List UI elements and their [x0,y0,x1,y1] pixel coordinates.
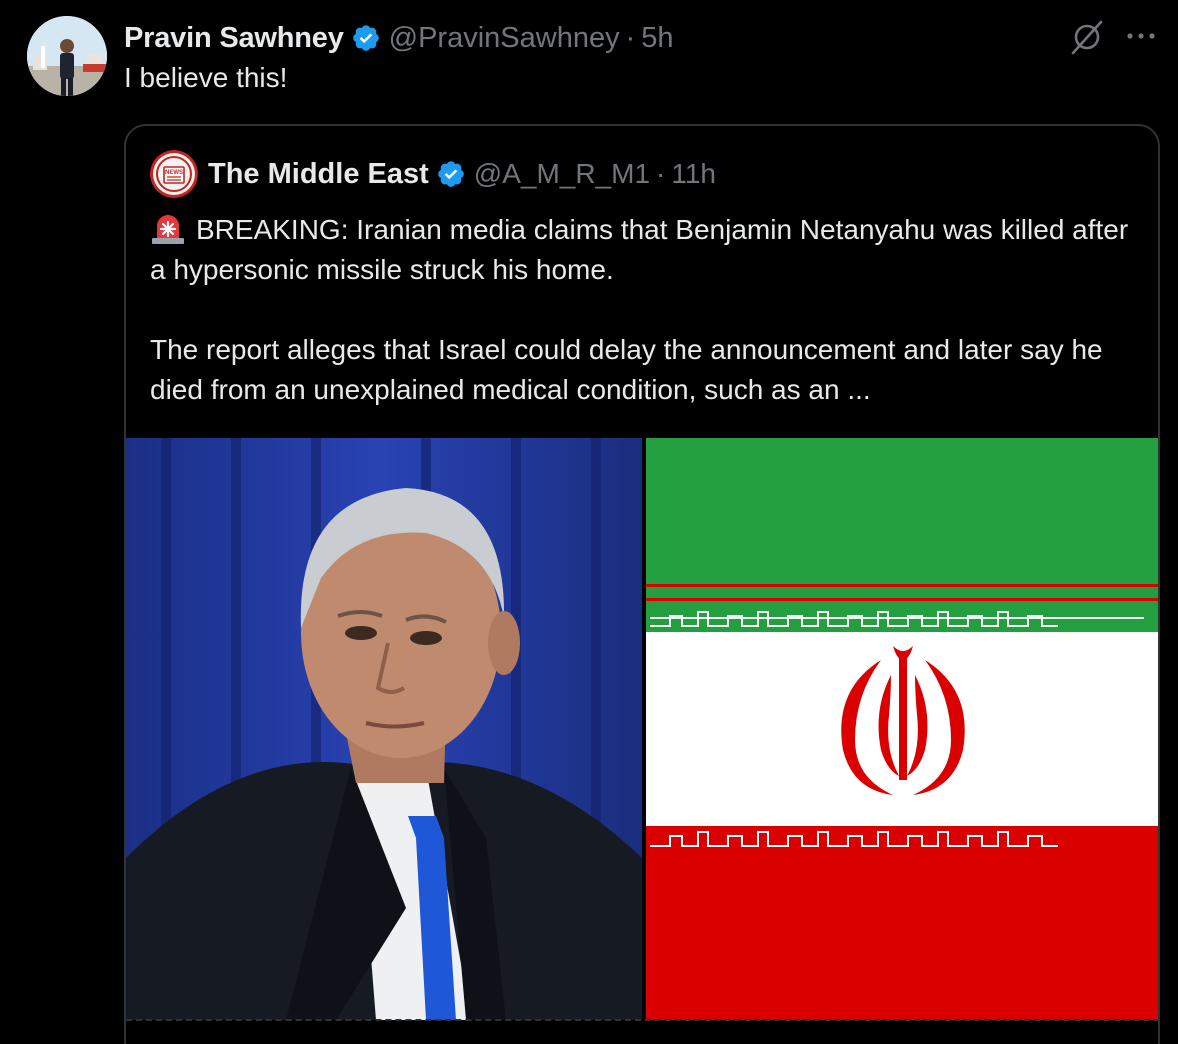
author-handle[interactable]: @PravinSawhney [389,22,620,55]
grok-icon[interactable] [1068,18,1106,56]
verified-badge-icon [437,161,464,187]
quote-header: The Middle East @A_M_R_M1 · 11h [208,154,716,194]
quote-author-name[interactable]: The Middle East [208,158,429,191]
rotating-light-emoji [152,215,184,244]
separator-dot: · [656,158,666,189]
post: Pravin Sawhney @PravinSawhney · 5h I bel… [0,0,1178,1044]
quoted-post[interactable]: NEWS The Middle East @A_M_R_M1 · 11h BRE… [124,124,1160,1044]
post-timestamp[interactable]: 5h [641,22,673,55]
quote-media [126,438,1158,1020]
separator-dot: · [625,21,636,54]
post-header: Pravin Sawhney @PravinSawhney · 5h [124,18,674,58]
author-avatar[interactable] [27,16,107,96]
more-icon[interactable] [1124,26,1158,46]
quote-text: BREAKING: Iranian media claims that Benj… [150,210,1140,410]
quote-paragraph-1: BREAKING: Iranian media claims that Benj… [150,210,1140,290]
quote-timestamp[interactable]: 11h [671,158,716,190]
quote-paragraph-1-text: BREAKING: Iranian media claims that Benj… [150,214,1129,285]
author-name[interactable]: Pravin Sawhney [124,22,344,55]
quote-paragraph-2: The report alleges that Israel could del… [150,334,1103,405]
quote-divider [126,1019,1158,1021]
quote-author-handle[interactable]: @A_M_R_M1 [474,158,650,190]
verified-badge-icon [352,25,379,51]
post-text: I believe this! [124,62,288,93]
media-flag-iran[interactable] [646,438,1158,1020]
news-badge-text: NEWS [165,170,183,176]
quote-author-avatar[interactable]: NEWS [150,150,198,198]
media-photo-netanyahu[interactable] [126,438,642,1020]
